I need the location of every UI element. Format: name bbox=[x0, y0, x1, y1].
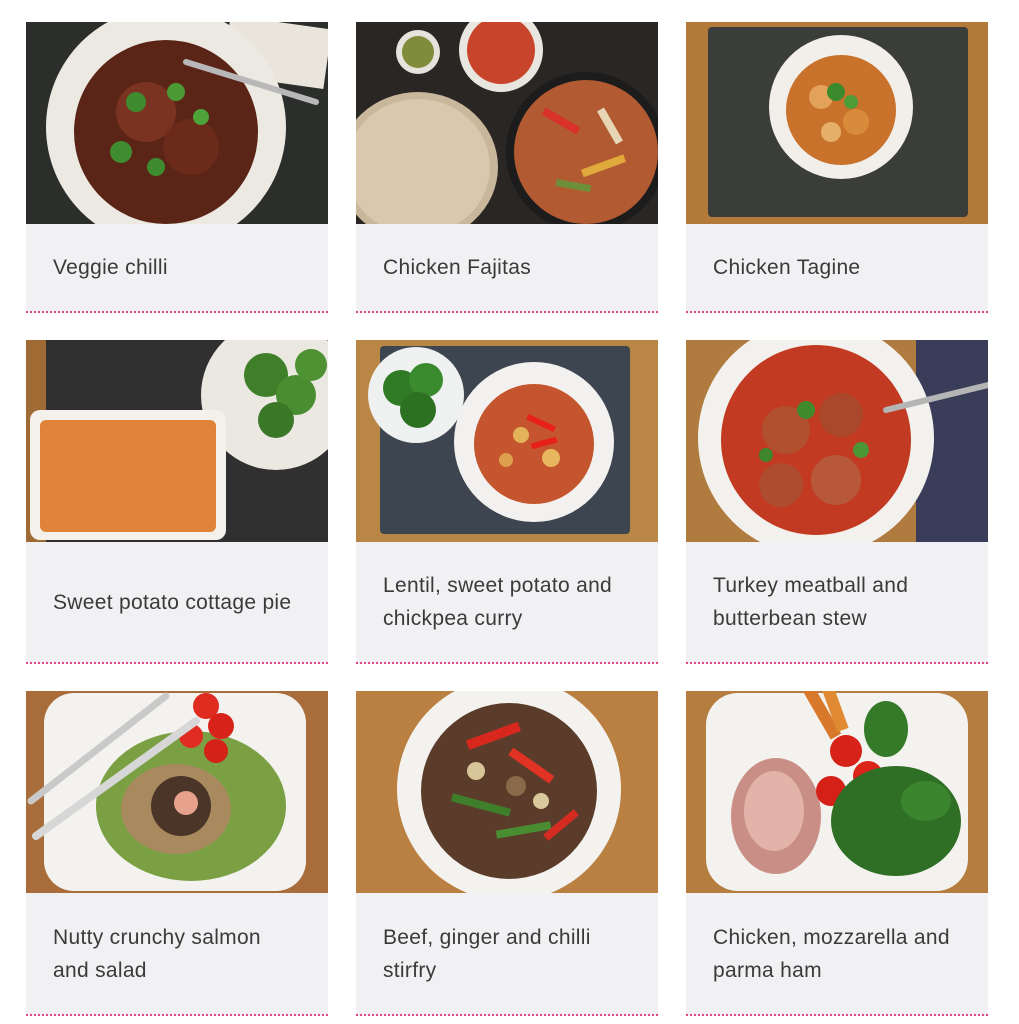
recipe-title[interactable]: Nutty crunchy salmon and salad bbox=[26, 893, 328, 1014]
recipe-photo-veggie-chilli[interactable] bbox=[26, 22, 328, 224]
recipe-card-lentil-curry[interactable]: Lentil, sweet potato and chickpea curry bbox=[356, 340, 658, 664]
recipe-title[interactable]: Chicken, mozzarella and parma ham bbox=[686, 893, 988, 1014]
recipe-photo-beef-ginger-chilli-stirfry[interactable] bbox=[356, 691, 658, 893]
recipe-photo-chicken-mozzarella-parma-ham[interactable] bbox=[686, 691, 988, 893]
recipe-photo-lentil-curry[interactable] bbox=[356, 340, 658, 542]
recipe-card-turkey-meatball-stew[interactable]: Turkey meatball and butterbean stew bbox=[686, 340, 988, 664]
recipe-title[interactable]: Lentil, sweet potato and chickpea curry bbox=[356, 542, 658, 662]
recipe-card-chicken-mozzarella-parma-ham[interactable]: Chicken, mozzarella and parma ham bbox=[686, 691, 988, 1016]
recipe-card-sweet-potato-cottage-pie[interactable]: Sweet potato cottage pie bbox=[26, 340, 328, 664]
recipe-title[interactable]: Veggie chilli bbox=[26, 224, 328, 311]
recipe-card-chicken-fajitas[interactable]: Chicken Fajitas bbox=[356, 22, 658, 313]
recipe-title[interactable]: Turkey meatball and butterbean stew bbox=[686, 542, 988, 662]
recipe-title[interactable]: Chicken Tagine bbox=[686, 224, 988, 311]
recipe-photo-sweet-potato-cottage-pie[interactable] bbox=[26, 340, 328, 542]
recipe-grid: Veggie chilli Chicken Fajitas Chicken Ta… bbox=[0, 0, 1019, 1024]
recipe-card-veggie-chilli[interactable]: Veggie chilli bbox=[26, 22, 328, 313]
recipe-photo-turkey-meatball-stew[interactable] bbox=[686, 340, 988, 542]
recipe-title[interactable]: Sweet potato cottage pie bbox=[26, 542, 328, 662]
recipe-card-nutty-crunchy-salmon[interactable]: Nutty crunchy salmon and salad bbox=[26, 691, 328, 1016]
recipe-title[interactable]: Beef, ginger and chilli stirfry bbox=[356, 893, 658, 1014]
recipe-card-beef-ginger-chilli-stirfry[interactable]: Beef, ginger and chilli stirfry bbox=[356, 691, 658, 1016]
recipe-photo-chicken-fajitas[interactable] bbox=[356, 22, 658, 224]
recipe-card-chicken-tagine[interactable]: Chicken Tagine bbox=[686, 22, 988, 313]
recipe-title[interactable]: Chicken Fajitas bbox=[356, 224, 658, 311]
recipe-photo-nutty-crunchy-salmon[interactable] bbox=[26, 691, 328, 893]
recipe-photo-chicken-tagine[interactable] bbox=[686, 22, 988, 224]
